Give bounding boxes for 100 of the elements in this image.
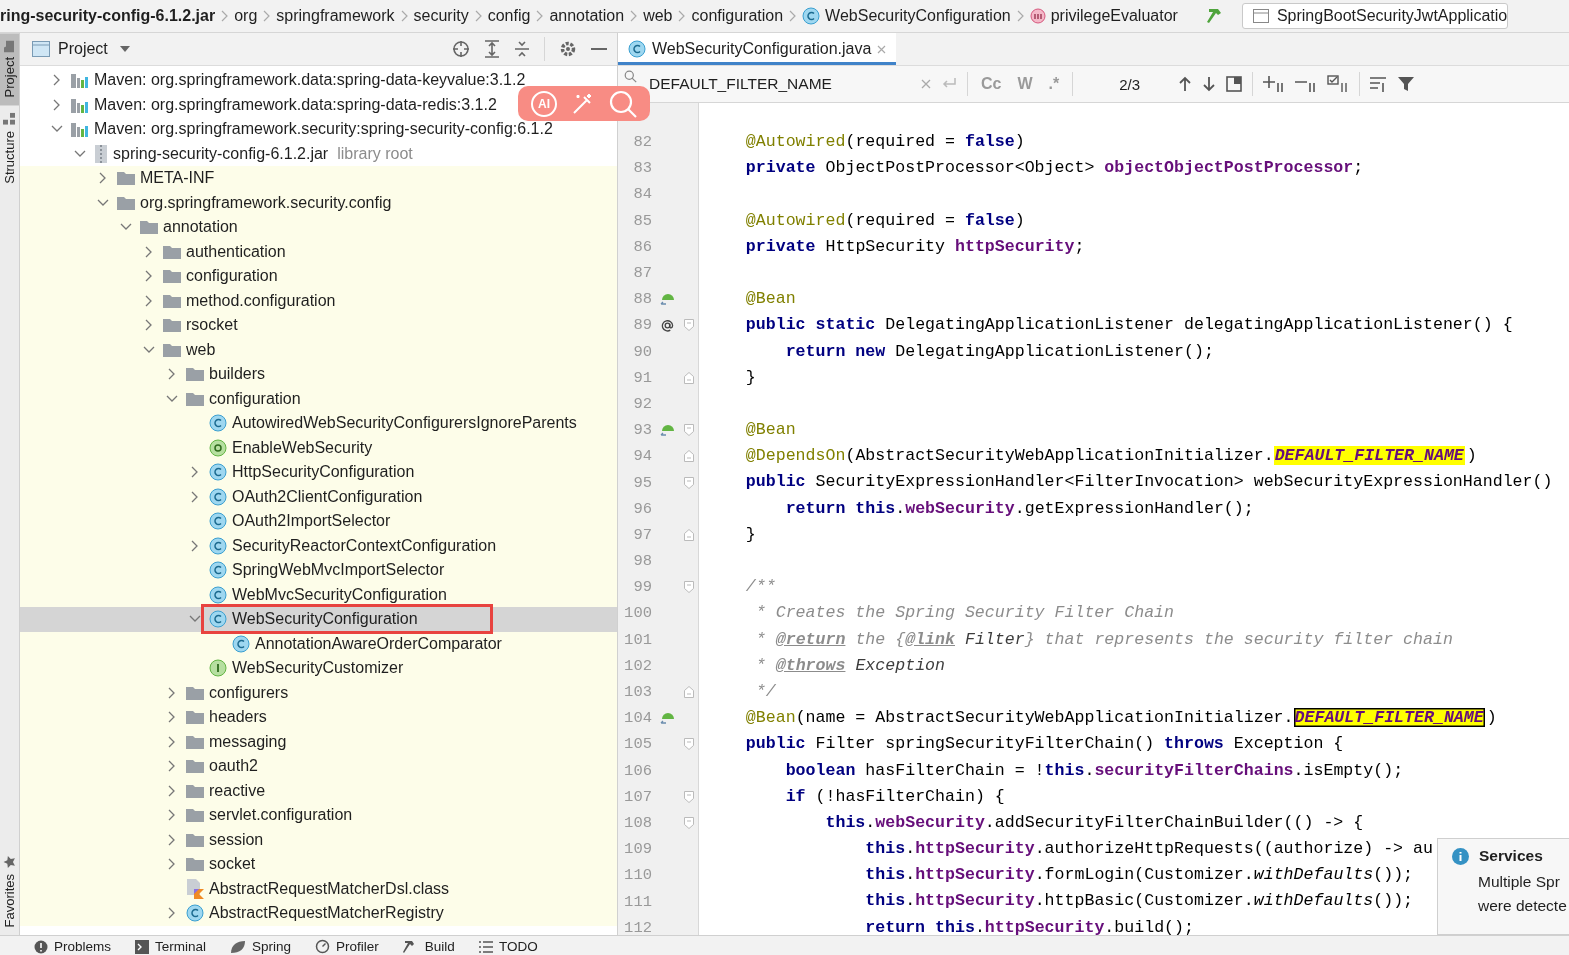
tree-item[interactable]: HttpSecurityConfiguration [206, 462, 418, 483]
line-number: 112 [623, 918, 652, 935]
tree-item[interactable]: META-INF [114, 168, 218, 189]
options-icon[interactable] [1370, 76, 1389, 92]
tree-item[interactable]: WebMvcSecurityConfiguration [206, 584, 450, 605]
at-sign-icon[interactable] [660, 318, 674, 332]
tool-window-button[interactable]: Spring [230, 939, 292, 954]
panel-title[interactable]: Project [58, 40, 108, 58]
tool-window-button[interactable]: Build [402, 939, 455, 954]
minimize-icon[interactable] [591, 47, 607, 51]
tree-item[interactable]: configuration [160, 266, 281, 287]
tree-item[interactable]: session [183, 829, 267, 850]
tree-item[interactable]: rsocket [160, 315, 241, 336]
breadcrumb-item[interactable]: springframework [270, 7, 401, 25]
tree-item[interactable]: OAuth2ImportSelector [206, 511, 394, 532]
breadcrumb-item[interactable]: org [228, 7, 264, 25]
file-icon [186, 878, 204, 899]
tool-window-tab[interactable]: Structure [0, 105, 19, 193]
gauge-icon [315, 939, 331, 954]
settings-icon[interactable] [559, 40, 577, 58]
class-icon [209, 463, 227, 482]
breadcrumb-item[interactable]: ring-security-config-6.1.2.jar [0, 7, 222, 25]
tree-item[interactable]: EnableWebSecurity [206, 437, 376, 458]
dropdown-icon[interactable] [119, 46, 130, 52]
breadcrumb-item[interactable]: security [407, 7, 475, 25]
tree-item[interactable]: reactive [183, 780, 269, 801]
close-icon[interactable] [877, 44, 887, 54]
structure-icon [3, 113, 16, 126]
folder-icon [163, 318, 181, 333]
tree-item[interactable]: servlet.configuration [183, 805, 356, 826]
class-icon [209, 414, 227, 433]
code-line: @Bean [744, 288, 796, 311]
tree-item[interactable]: AutowiredWebSecurityConfigurersIgnoreParents [206, 413, 580, 434]
star-icon [3, 854, 16, 868]
tree-item[interactable]: Maven: org.springframework.data:spring-data-keyvalue:3.1.2 [68, 70, 529, 91]
code-line: this.httpSecurity.authorizeHttpRequests((authorize) -> au [864, 838, 1433, 861]
search-icon[interactable] [609, 89, 637, 118]
tool-window-tab[interactable]: Project [0, 33, 19, 106]
tree-item[interactable]: AbstractRequestMatcherRegistry [183, 903, 447, 924]
line-number: 93 [632, 421, 652, 440]
collapse-all-icon[interactable] [514, 40, 530, 58]
tool-window-button[interactable]: Profiler [315, 939, 379, 954]
tree-item[interactable]: AnnotationAwareOrderComparator [229, 633, 505, 654]
breadcrumb-item[interactable]: privilegeEvaluator [1023, 7, 1184, 25]
search-field[interactable]: DEFAULT_FILTER_NAME [647, 74, 911, 94]
tree-item[interactable]: OAuth2ClientConfiguration [206, 486, 426, 507]
breadcrumb-item[interactable]: annotation [543, 7, 631, 25]
tree-item[interactable]: method.configuration [160, 290, 339, 311]
tree-item[interactable]: spring-security-config-6.1.2.jar library root [91, 143, 416, 164]
tool-window-tab[interactable]: Favorites [0, 846, 19, 935]
tree-item[interactable]: configurers [183, 682, 292, 703]
tree-item[interactable]: messaging [183, 731, 290, 752]
tree-item[interactable]: AbstractRequestMatcherDsl.class [183, 877, 453, 900]
expand-all-icon[interactable] [484, 40, 500, 58]
breadcrumb-item[interactable]: WebSecurityConfiguration [796, 7, 1017, 25]
code-line: } [744, 366, 756, 389]
bean-icon[interactable] [659, 711, 675, 726]
filter-icon[interactable] [1398, 76, 1415, 92]
search-icon[interactable] [624, 70, 637, 83]
window-icon[interactable] [1226, 76, 1243, 92]
tree-item[interactable]: web [160, 339, 219, 360]
line-number: 85 [632, 211, 652, 230]
class-icon [209, 561, 227, 580]
breadcrumb-item[interactable]: web [637, 7, 679, 25]
bean-icon[interactable] [659, 423, 675, 438]
code-line: return this.httpSecurity.build(); [864, 916, 1194, 935]
bean-icon[interactable] [659, 292, 675, 307]
line-number: 92 [632, 394, 652, 413]
breadcrumb-item[interactable]: config [481, 7, 537, 25]
tree-item[interactable]: oauth2 [183, 756, 261, 777]
arrow-down-icon[interactable] [1202, 76, 1217, 92]
tree-item[interactable]: Maven: org.springframework.security:spring-security-config:6.1.2 [68, 119, 556, 140]
tree-item[interactable]: configuration [183, 388, 304, 409]
tree-item[interactable]: authentication [160, 241, 289, 262]
run-configuration[interactable]: SpringBootSecurityJwtApplicatio [1241, 3, 1509, 29]
select-all-icon[interactable] [1327, 75, 1350, 93]
library-icon [71, 121, 89, 138]
notification-title: Services [1479, 847, 1543, 865]
tree-item[interactable]: annotation [137, 217, 241, 238]
line-number: 100 [623, 604, 652, 623]
tool-window-button[interactable]: TODO [478, 939, 538, 954]
code-line: @Bean [744, 419, 796, 442]
tree-item[interactable]: org.springframework.security.config [114, 192, 395, 213]
tree-item[interactable]: socket [183, 854, 259, 875]
tool-window-button[interactable]: Terminal [135, 939, 207, 954]
line-number: 90 [632, 342, 652, 361]
tool-window-button[interactable]: Problems [34, 939, 112, 954]
line-number: 98 [632, 552, 652, 571]
tree-item[interactable]: Maven: org.springframework.data:spring-data-redis:3.1.2 [68, 94, 500, 115]
breadcrumb-item[interactable]: configuration [685, 7, 790, 25]
add-caret-icon[interactable] [1263, 75, 1286, 93]
editor-tab[interactable]: WebSecurityConfiguration.java [618, 33, 897, 65]
arrow-up-icon[interactable] [1178, 76, 1193, 92]
tree-item[interactable]: WebSecurityCustomizer [206, 658, 407, 679]
tree-item[interactable]: SpringWebMvcImportSelector [206, 560, 448, 581]
tree-item[interactable]: headers [183, 707, 270, 728]
tree-item[interactable]: builders [183, 364, 269, 385]
folder-icon [186, 783, 204, 798]
locate-icon[interactable] [452, 40, 470, 58]
tree-item[interactable]: SecurityReactorContextConfiguration [206, 535, 500, 556]
